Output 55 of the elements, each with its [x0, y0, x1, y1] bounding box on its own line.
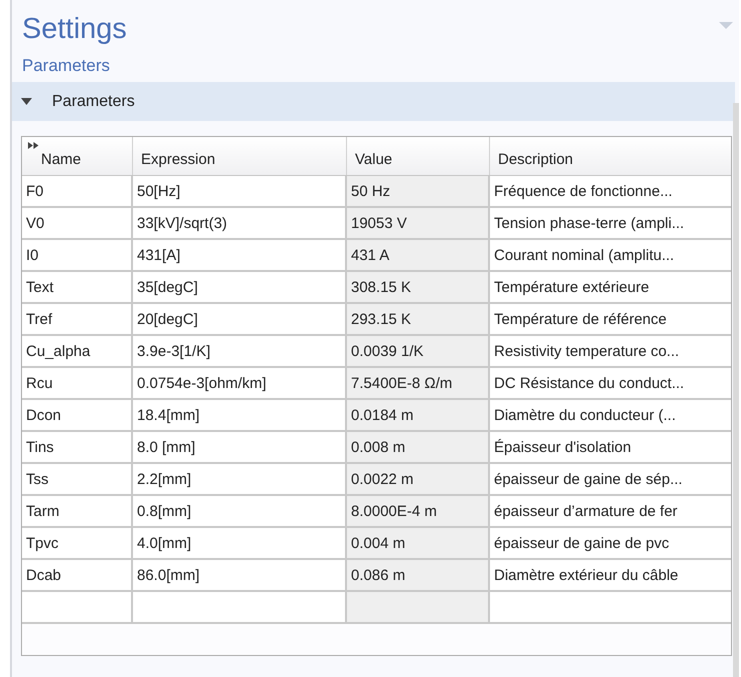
- table-cell[interactable]: épaisseur d’armature de fer: [490, 496, 731, 526]
- column-label: Expression: [141, 151, 216, 168]
- table-cell[interactable]: Température de référence: [490, 304, 731, 334]
- table-cell[interactable]: Tension phase-terre (ampli...: [490, 208, 731, 238]
- dropdown-arrow-icon[interactable]: [719, 22, 733, 30]
- collapse-arrow-icon: [21, 98, 32, 106]
- table-cell: 0.008 m: [347, 432, 490, 462]
- table-cell: 0.0184 m: [347, 400, 490, 430]
- panel-title: Settings: [22, 12, 127, 46]
- table-cell[interactable]: Tss: [22, 464, 133, 494]
- column-label: Description: [498, 151, 574, 168]
- column-header[interactable]: Name: [22, 137, 133, 175]
- table-cell[interactable]: F0: [22, 176, 133, 206]
- table-cell: 7.5400E-8 Ω/m: [347, 368, 490, 398]
- section-header[interactable]: Parameters: [12, 82, 735, 121]
- table-cell[interactable]: Dcon: [22, 400, 133, 430]
- table-cell: 0.0022 m: [347, 464, 490, 494]
- table-cell: 0.0039 1/K: [347, 336, 490, 366]
- table-cell[interactable]: Tins: [22, 432, 133, 462]
- section-label: Parameters: [52, 92, 135, 110]
- table-cell[interactable]: Diamètre extérieur du câble: [490, 560, 731, 590]
- scrollbar[interactable]: [733, 103, 739, 677]
- table-cell[interactable]: Température extérieure: [490, 272, 731, 302]
- table-cell: 50 Hz: [347, 176, 490, 206]
- table-cell[interactable]: Resistivity temperature co...: [490, 336, 731, 366]
- table-cell[interactable]: Dcab: [22, 560, 133, 590]
- table-cell[interactable]: Fréquence de fonctionne...: [490, 176, 731, 206]
- table-cell: 8.0000E-4 m: [347, 496, 490, 526]
- table-cell: 0.004 m: [347, 528, 490, 558]
- table-cell[interactable]: épaisseur de gaine de pvc: [490, 528, 731, 558]
- table-cell[interactable]: Diamètre du conducteur (...: [490, 400, 731, 430]
- table-cell[interactable]: Courant nominal (amplitu...: [490, 240, 731, 270]
- table-cell[interactable]: V0: [22, 208, 133, 238]
- table-cell: 308.15 K: [347, 272, 490, 302]
- table-cell: 293.15 K: [347, 304, 490, 334]
- panel-subtitle: Parameters: [21, 55, 111, 77]
- table-cell[interactable]: Rcu: [22, 368, 133, 398]
- table-cell[interactable]: Text: [22, 272, 133, 302]
- column-header[interactable]: Description: [490, 137, 731, 175]
- table-cell[interactable]: épaisseur de gaine de sép...: [490, 464, 731, 494]
- column-header[interactable]: Expression: [133, 137, 347, 175]
- table-cell[interactable]: Cu_alpha: [22, 336, 133, 366]
- table-cell[interactable]: I0: [22, 240, 133, 270]
- column-label: Value: [355, 151, 392, 168]
- table-cell[interactable]: Tref: [22, 304, 133, 334]
- table-cell[interactable]: Épaisseur d'isolation: [490, 432, 731, 462]
- column-label: Name: [41, 151, 82, 168]
- table-cell[interactable]: DC Résistance du conduct...: [490, 368, 731, 398]
- table-cell: 19053 V: [347, 208, 490, 238]
- table-cell: 0.086 m: [347, 560, 490, 590]
- table-cell[interactable]: Tarm: [22, 496, 133, 526]
- column-header[interactable]: Value: [347, 137, 490, 175]
- table-cell: 431 A: [347, 240, 490, 270]
- table-cell[interactable]: Tpvc: [22, 528, 133, 558]
- double-arrow-icon[interactable]: [28, 142, 39, 149]
